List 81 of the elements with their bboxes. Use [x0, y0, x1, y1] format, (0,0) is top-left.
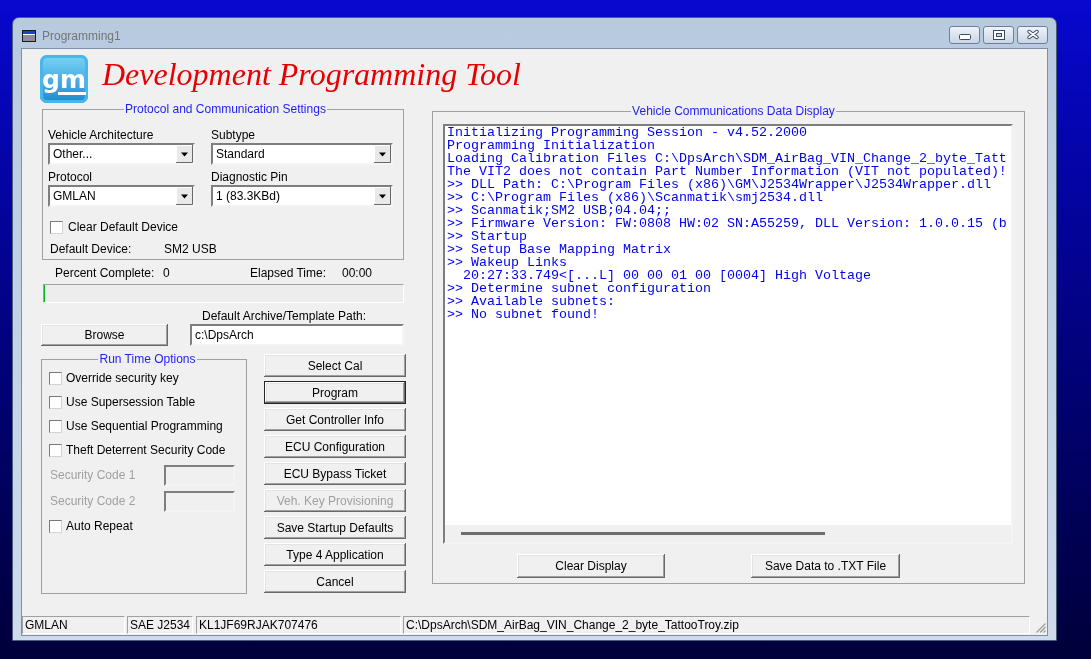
dropdown-arrow-icon[interactable]: [374, 145, 391, 163]
checkbox[interactable]: [49, 371, 62, 385]
path-field[interactable]: c:\DpsArch: [190, 324, 404, 346]
log-line: The VIT2 does not contain Part Number Information (VIT not populated)!: [447, 165, 1007, 178]
log-line: 20:27:33.749<[...L] 00 00 01 00 [0004] High Voltage: [462, 269, 871, 282]
button[interactable]: Save Startup Defaults: [264, 516, 406, 539]
checkbox[interactable]: [49, 443, 62, 457]
maximize-button[interactable]: [983, 25, 1014, 44]
dropdown[interactable]: Other...: [48, 143, 195, 165]
dropdown-arrow-icon[interactable]: [176, 145, 193, 163]
close-button[interactable]: [1017, 25, 1048, 44]
status-panel: KL1JF69RJAK707476: [196, 616, 401, 634]
log-line: >> C:\Program Files (x86)\Scanmatik\smj2534.dll: [447, 191, 823, 204]
field-label: Subtype: [211, 128, 256, 142]
log-line: Loading Calibration Files C:\DpsArch\SDM_AirBag_VIN_Change_2_byte_Tatt: [447, 152, 1007, 165]
log-line: >> Setup Base Mapping Matrix: [447, 243, 671, 256]
log-line: >> Wakeup Links: [447, 256, 567, 269]
maximize-icon: [992, 29, 1005, 40]
field-label: Diagnostic Pin: [211, 170, 288, 184]
dropdown-arrow-icon[interactable]: [176, 187, 193, 205]
log-line: Initializing Programming Session - v4.52.2000: [447, 126, 807, 139]
field-label: Security Code 1: [50, 468, 136, 482]
log-line: >> Determine subnet configuration: [447, 282, 711, 295]
close-icon: [1025, 29, 1040, 40]
group-title: Run Time Options: [98, 353, 197, 366]
dropdown[interactable]: 1 (83.3KBd): [211, 185, 393, 207]
dropdown-arrow-icon[interactable]: [374, 187, 391, 205]
checkbox-label: Auto Repeat: [66, 519, 133, 533]
minimize-icon: [958, 33, 971, 40]
button[interactable]: Clear Display: [517, 554, 665, 578]
button[interactable]: Type 4 Application: [264, 543, 406, 566]
elapsed-time-value: 00:00: [342, 266, 373, 280]
log-line: >> Available subnets:: [447, 295, 615, 308]
button[interactable]: Program: [264, 381, 406, 404]
log-text-area[interactable]: [443, 124, 1013, 544]
default-device-value: SM2 USB: [164, 242, 217, 256]
resize-grip-icon[interactable]: [1035, 622, 1046, 633]
path-label: Default Archive/Template Path:: [202, 309, 367, 323]
window-icon: [22, 30, 36, 42]
checkbox[interactable]: [49, 395, 62, 409]
log-line: >> DLL Path: C:\Program Files (x86)\GM\J2534Wrapper\J2534Wrapper.dll: [447, 178, 991, 191]
button[interactable]: Cancel: [264, 570, 406, 593]
log-line: >> Startup: [447, 230, 527, 243]
checkbox[interactable]: [49, 519, 62, 533]
log-line: >> No subnet found!: [447, 308, 599, 321]
group-title: Vehicle Communications Data Display: [631, 105, 836, 118]
field-label: Vehicle Architecture: [48, 128, 154, 142]
checkbox-label: Theft Deterrent Security Code: [66, 443, 226, 457]
status-panel: GMLAN: [22, 616, 125, 634]
checkbox-label: Override security key: [66, 371, 179, 385]
checkbox-label: Use Supersession Table: [66, 395, 196, 409]
scrollbar-thumb[interactable]: [461, 532, 825, 535]
dropdown[interactable]: Standard: [211, 143, 393, 165]
checkbox-label: Use Sequential Programming: [66, 419, 223, 433]
elapsed-time-label: Elapsed Time:: [250, 266, 327, 280]
logo: gm: [40, 55, 88, 103]
default-device-label: Default Device:: [50, 242, 132, 256]
checkbox[interactable]: [49, 419, 62, 433]
button[interactable]: Select Cal: [264, 354, 406, 377]
status-panel: SAE J2534: [127, 616, 193, 634]
checkbox-label: Clear Default Device: [68, 220, 179, 234]
app-title: Development Programming Tool: [102, 55, 521, 94]
button[interactable]: ECU Bypass Ticket: [264, 462, 406, 485]
window-title: Programming1: [42, 29, 121, 43]
horizontal-scrollbar[interactable]: [445, 525, 1011, 542]
dropdown[interactable]: GMLAN: [48, 185, 195, 207]
field-label: Security Code 2: [50, 494, 136, 508]
log-line: Programming Initialization: [447, 139, 655, 152]
field-label: Protocol: [48, 170, 93, 184]
percent-value: 0: [163, 266, 170, 280]
log-line: >> Firmware Version: FW:0808 HW:02 SN:A55259, DLL Version: 1.0.0.15 (b: [447, 217, 1007, 230]
minimize-button[interactable]: [949, 25, 980, 44]
group-title: Protocol and Communication Settings: [124, 103, 327, 116]
checkbox[interactable]: [50, 220, 63, 234]
button[interactable]: ECU Configuration: [264, 435, 406, 458]
button[interactable]: Browse: [41, 324, 168, 346]
percent-complete-label: Percent Complete:: [55, 266, 155, 280]
status-panel: C:\DpsArch\SDM_AirBag_VIN_Change_2_byte_TattooTroy.zip: [403, 616, 1030, 634]
log-line: >> Scanmatik;SM2 USB;04.04;;: [447, 204, 671, 217]
button[interactable]: Save Data to .TXT File: [751, 554, 900, 578]
button[interactable]: Get Controller Info: [264, 408, 406, 431]
